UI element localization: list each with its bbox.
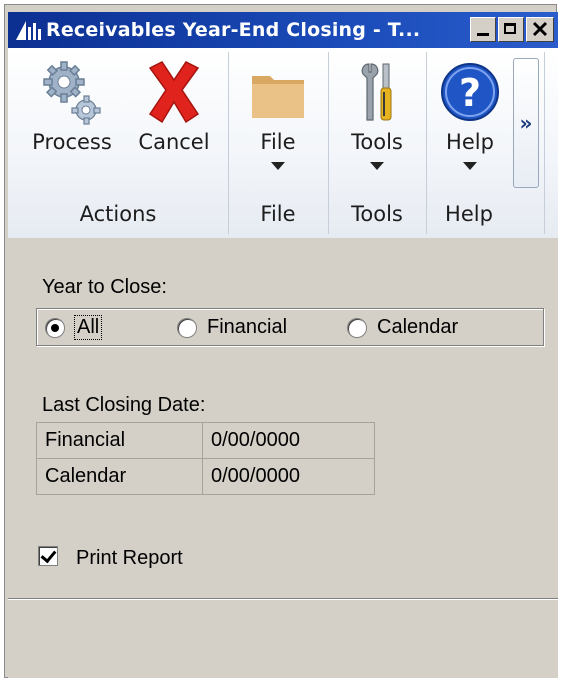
- dropdown-arrow-icon: [370, 162, 384, 170]
- closing-dates-table: Financial 0/00/0000 Calendar 0/00/0000: [36, 422, 375, 495]
- ribbon-overflow-button[interactable]: »: [513, 58, 539, 188]
- process-label: Process: [32, 130, 112, 154]
- year-to-close-radio-group: All Financial Calendar: [36, 308, 544, 346]
- financial-date-value: 0/00/0000: [202, 422, 375, 459]
- group-label-help: Help: [445, 202, 493, 226]
- file-label: File: [260, 130, 296, 154]
- year-to-close-label: Year to Close:: [42, 276, 167, 298]
- print-report-checkbox[interactable]: [38, 546, 58, 566]
- gears-icon: [43, 61, 101, 125]
- radio-calendar-label: Calendar: [377, 316, 459, 338]
- tools-icon: [361, 63, 392, 121]
- group-label-tools: Tools: [351, 202, 403, 226]
- ribbon-group-actions: Process Cancel Actions: [8, 52, 229, 234]
- group-label-file: File: [260, 202, 296, 226]
- divider: [8, 598, 558, 600]
- help-icon: ?: [441, 63, 499, 121]
- help-label: Help: [446, 130, 494, 154]
- ribbon-group-file: File File: [228, 52, 329, 234]
- last-closing-date-label: Last Closing Date:: [42, 394, 206, 416]
- radio-button-selected[interactable]: [45, 317, 65, 338]
- print-report-label: Print Report: [76, 547, 183, 569]
- help-menu-button[interactable]: ? Help: [428, 58, 512, 170]
- folder-icon: [252, 76, 304, 118]
- radio-calendar[interactable]: Calendar: [347, 316, 458, 339]
- red-x-icon: [148, 61, 200, 124]
- cancel-button[interactable]: Cancel: [130, 58, 218, 154]
- tools-menu-button[interactable]: Tools: [333, 58, 421, 170]
- radio-all[interactable]: All: [45, 315, 103, 340]
- form-area: Year to Close: All Financial Calendar La…: [8, 238, 558, 678]
- file-menu-button[interactable]: File: [234, 58, 322, 170]
- process-button[interactable]: Process: [28, 58, 116, 154]
- close-button[interactable]: [526, 17, 554, 42]
- tools-label: Tools: [351, 130, 403, 154]
- calendar-date-value: 0/00/0000: [202, 458, 375, 495]
- close-icon: [532, 21, 548, 37]
- radio-financial[interactable]: Financial: [177, 316, 287, 339]
- group-label-actions: Actions: [79, 202, 157, 226]
- radio-all-label: All: [73, 315, 103, 340]
- radio-button[interactable]: [177, 317, 197, 338]
- dropdown-arrow-icon: [271, 162, 285, 170]
- maximize-button[interactable]: [498, 17, 524, 42]
- row-name-financial: Financial: [36, 422, 203, 459]
- title-bar[interactable]: Receivables Year-End Closing - T...: [8, 12, 558, 48]
- table-row: Calendar 0/00/0000: [36, 458, 375, 495]
- radio-financial-label: Financial: [207, 316, 288, 338]
- svg-text:?: ?: [459, 71, 481, 115]
- row-name-calendar: Calendar: [36, 458, 203, 495]
- minimize-button[interactable]: [470, 17, 496, 42]
- window-title: Receivables Year-End Closing - T...: [46, 19, 421, 41]
- ribbon-group-tools: Tools Tools: [328, 52, 427, 234]
- radio-button[interactable]: [347, 317, 367, 338]
- ribbon: Process Cancel Actions File File Tools T…: [8, 48, 558, 239]
- app-logo-icon: [16, 21, 41, 40]
- dropdown-arrow-icon: [463, 162, 477, 170]
- cancel-label: Cancel: [138, 130, 210, 154]
- table-row: Financial 0/00/0000: [36, 422, 375, 459]
